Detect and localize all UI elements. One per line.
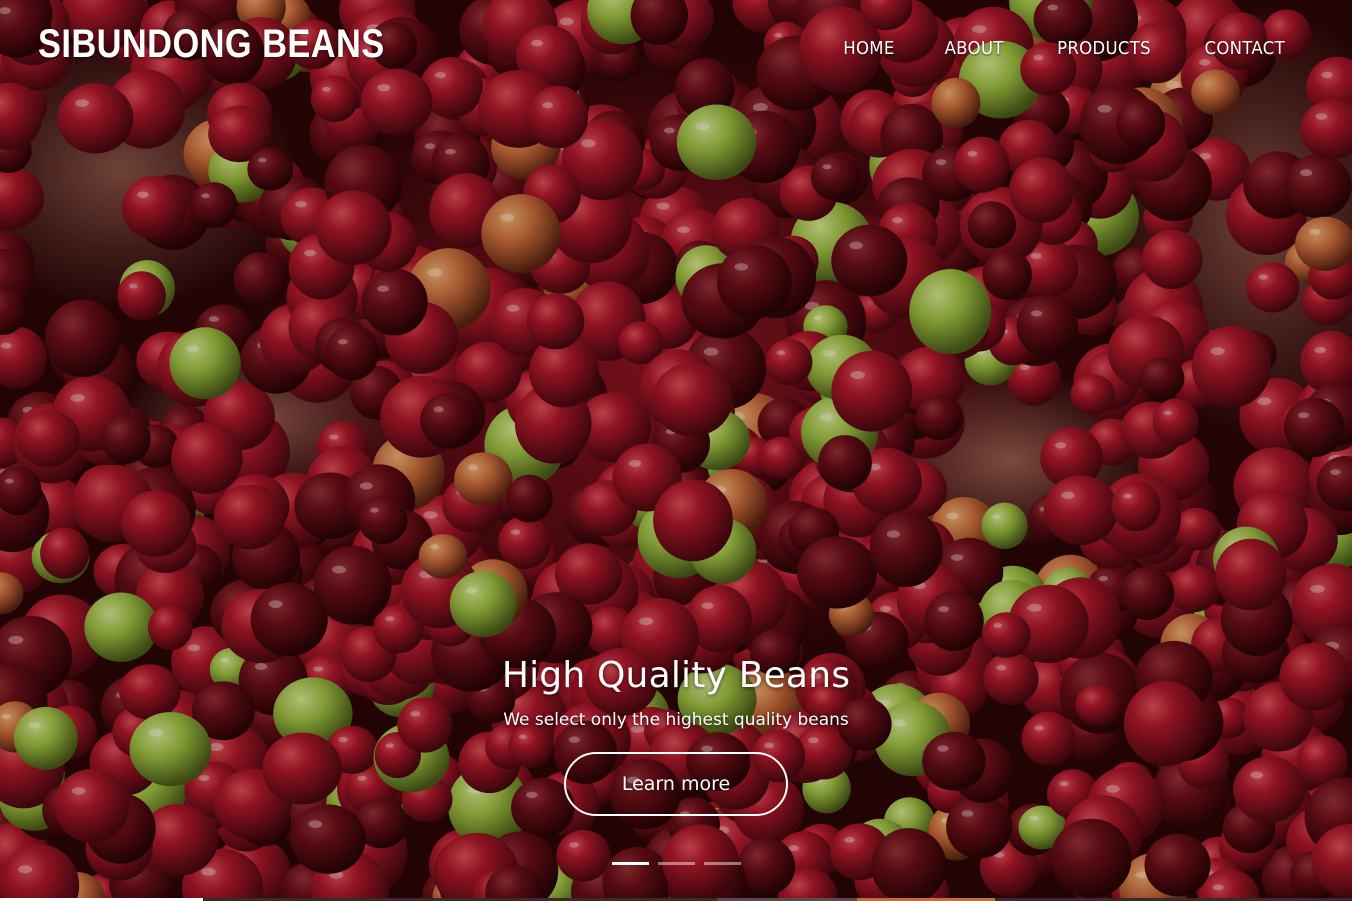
- carousel-indicator-2[interactable]: [657, 862, 695, 865]
- hero-title: High Quality Beans: [501, 655, 851, 696]
- main-nav: HOME ABOUT PRODUCTS CONTACT: [795, 38, 1288, 59]
- nav-products[interactable]: PRODUCTS: [1057, 38, 1151, 59]
- carousel-indicator-1[interactable]: [611, 862, 649, 865]
- carousel-indicator-3[interactable]: [703, 862, 741, 865]
- hero-carousel: SIBUNDONG BEANS HOME ABOUT PRODUCTS CONT…: [0, 0, 1352, 901]
- nav-home[interactable]: HOME: [843, 38, 894, 59]
- learn-more-button[interactable]: Learn more: [564, 752, 788, 816]
- nav-contact[interactable]: CONTACT: [1204, 38, 1284, 59]
- carousel-indicators: [0, 862, 1352, 865]
- hero-caption: High Quality Beans We select only the hi…: [0, 655, 1352, 816]
- nav-about[interactable]: ABOUT: [945, 38, 1004, 59]
- hero-subtitle: We select only the highest quality beans: [503, 710, 849, 730]
- brand-logo[interactable]: SIBUNDONG BEANS: [38, 22, 385, 67]
